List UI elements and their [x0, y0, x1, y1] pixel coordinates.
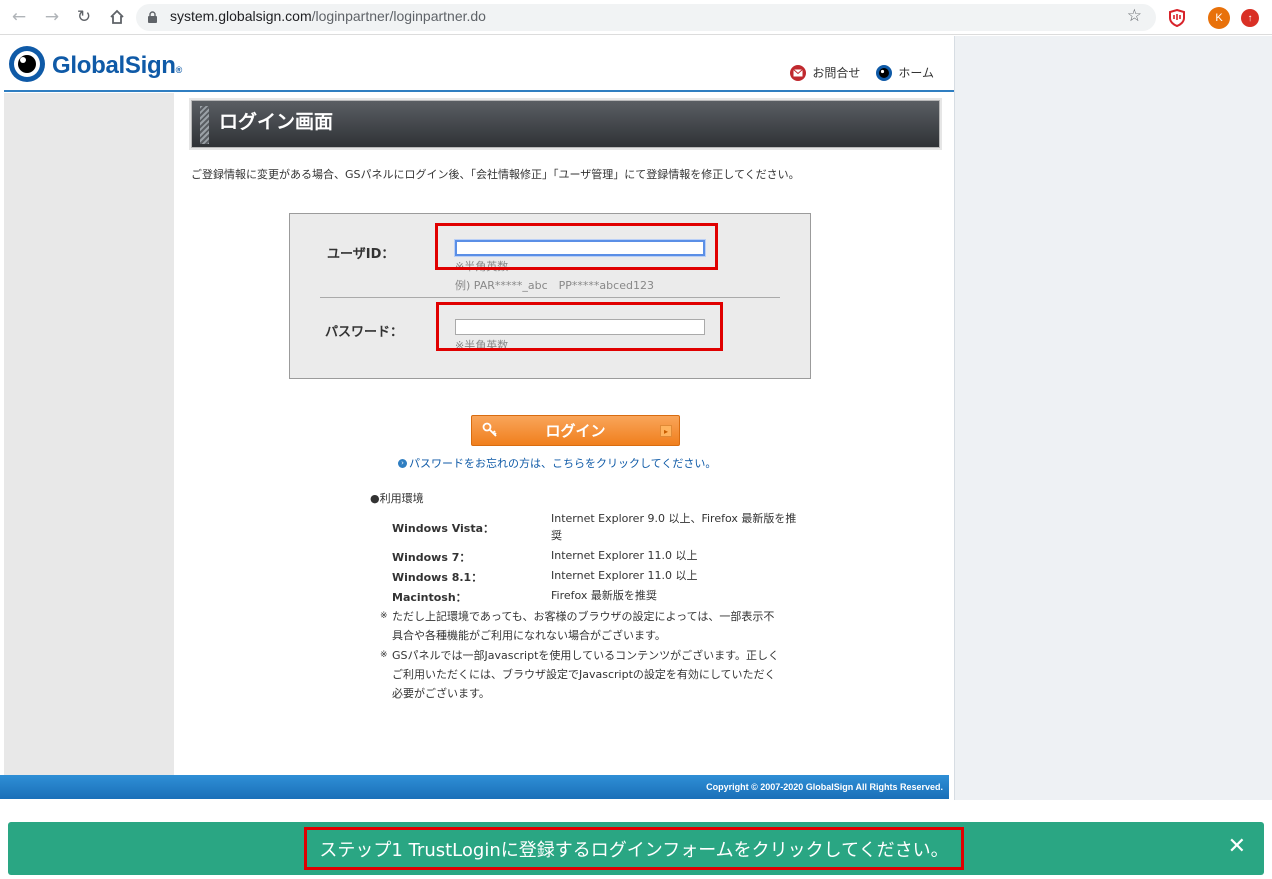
- password-label: パスワード：: [325, 325, 404, 340]
- arrow-right-icon: ▸: [660, 425, 672, 437]
- shield-extension-icon[interactable]: [1166, 7, 1188, 29]
- close-icon[interactable]: ✕: [1228, 834, 1246, 859]
- logo-wordmark[interactable]: GlobalSign®: [52, 52, 182, 80]
- userid-label: ユーザID：: [327, 247, 395, 262]
- browser-toolbar: ← → ↻ system.globalsign.com/loginpartner…: [0, 0, 1272, 35]
- globe-icon: [876, 64, 893, 81]
- arrow-circle-icon: ›: [398, 458, 407, 468]
- address-bar[interactable]: system.globalsign.com/loginpartner/login…: [136, 4, 1156, 31]
- instruction-banner: ステップ1 TrustLoginに登録するログインフォームをクリックしてください…: [8, 822, 1264, 875]
- note-marker: ※: [380, 650, 388, 660]
- forgot-password-link[interactable]: › パスワードをお忘れの方は、こちらをクリックしてください。: [398, 455, 716, 471]
- contact-link[interactable]: お問合せ: [790, 64, 860, 81]
- forgot-password-label: パスワードをお忘れの方は、こちらをクリックしてください。: [409, 457, 717, 470]
- reload-icon[interactable]: ↻: [73, 6, 95, 28]
- os-requirement: Internet Explorer 9.0 以上、Firefox 最新版を推奨: [551, 512, 797, 542]
- back-icon[interactable]: ←: [8, 6, 30, 28]
- home-link-label: ホーム: [898, 66, 934, 80]
- os-requirement: Internet Explorer 11.0 以上: [551, 549, 698, 562]
- mail-icon: [790, 64, 807, 81]
- globalsign-logo-icon[interactable]: [8, 45, 46, 83]
- copyright-text: Copyright © 2007-2020 GlobalSign All Rig…: [706, 782, 943, 792]
- page-right-background: [954, 36, 1272, 800]
- userid-highlight-box: [435, 223, 718, 270]
- url-domain: system.globalsign.com: [170, 8, 312, 24]
- note-marker: ※: [380, 611, 388, 621]
- key-icon: [482, 422, 498, 442]
- home-icon[interactable]: [106, 6, 128, 28]
- note-text: GSパネルでは一部Javascriptを使用しているコンテンツがございます。正し…: [392, 649, 779, 700]
- profile-avatar[interactable]: K: [1208, 7, 1230, 29]
- form-divider: [320, 297, 780, 298]
- os-name: Macintosh：: [392, 591, 467, 604]
- site-header: GlobalSign® お問合せ ホーム: [4, 36, 954, 94]
- url-text: system.globalsign.com/loginpartner/login…: [170, 8, 486, 24]
- userid-example: 例) PAR*****_abc PP*****abced123: [455, 279, 654, 292]
- title-stripe-decoration: [200, 106, 209, 144]
- lock-icon: [148, 11, 157, 23]
- url-path: /loginpartner/loginpartner.do: [311, 8, 486, 24]
- contact-link-label: お問合せ: [812, 66, 861, 80]
- page-title-bar: ログイン画面: [191, 100, 940, 148]
- environment-note: ※ ただし上記環境であっても、お客様のブラウザの設定によっては、一部表示不具合や…: [380, 607, 780, 645]
- login-button-label: ログイン: [545, 422, 606, 440]
- environment-note: ※ GSパネルでは一部Javascriptを使用しているコンテンツがございます。…: [380, 646, 780, 703]
- login-button[interactable]: ログイン ▸: [471, 415, 680, 446]
- environment-title: ●利用環境: [370, 492, 424, 505]
- logo-registered-mark: ®: [175, 65, 183, 75]
- logo-text: GlobalSign: [52, 52, 176, 79]
- note-text: ただし上記環境であっても、お客様のブラウザの設定によっては、一部表示不具合や各種…: [392, 610, 775, 642]
- header-links: お問合せ ホーム: [790, 64, 934, 81]
- bookmark-star-icon[interactable]: ☆: [1127, 6, 1142, 26]
- home-link[interactable]: ホーム: [876, 64, 934, 81]
- forward-icon[interactable]: →: [41, 6, 63, 28]
- os-name: Windows 8.1：: [392, 571, 483, 584]
- notice-text: ご登録情報に変更がある場合、GSパネルにログイン後、「会社情報修正」「ユーザ管理…: [191, 168, 800, 181]
- password-highlight-box: [436, 302, 723, 351]
- site-footer: Copyright © 2007-2020 GlobalSign All Rig…: [0, 775, 949, 799]
- os-requirement: Internet Explorer 11.0 以上: [551, 569, 698, 582]
- os-name: Windows Vista：: [392, 522, 495, 535]
- header-divider: [4, 90, 954, 92]
- update-icon[interactable]: ↑: [1241, 9, 1259, 27]
- page-title: ログイン画面: [219, 111, 334, 133]
- os-name: Windows 7：: [392, 551, 471, 564]
- banner-message: ステップ1 TrustLoginに登録するログインフォームをクリックしてください…: [304, 827, 964, 870]
- left-sidebar: [4, 93, 174, 775]
- os-requirement: Firefox 最新版を推奨: [551, 589, 657, 602]
